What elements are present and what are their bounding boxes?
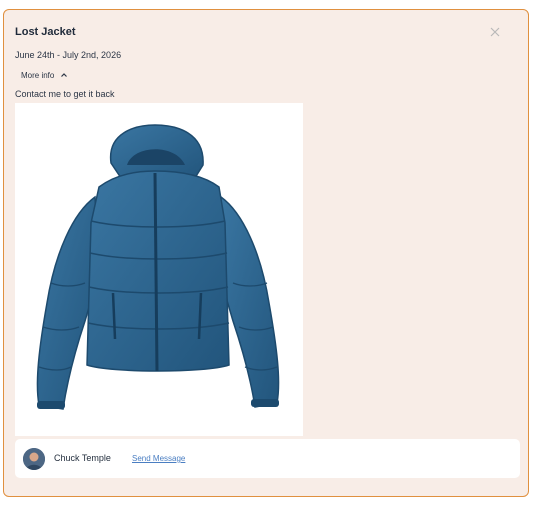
card-title: Lost Jacket xyxy=(15,26,76,38)
lost-item-card: Lost Jacket June 24th - July 2nd, 2026 M… xyxy=(3,9,529,497)
avatar-image xyxy=(23,448,45,470)
close-icon-glyph xyxy=(490,27,500,37)
chevron-up-icon xyxy=(61,73,68,77)
close-icon[interactable] xyxy=(489,26,501,38)
owner-bar: Chuck Temple Send Message xyxy=(15,439,520,478)
item-description: Contact me to get it back xyxy=(15,89,115,99)
more-info-label: More info xyxy=(21,70,55,80)
more-info-toggle[interactable]: More info xyxy=(15,68,74,82)
date-range: June 24th - July 2nd, 2026 xyxy=(15,50,122,60)
send-message-link[interactable]: Send Message xyxy=(132,454,185,463)
avatar[interactable] xyxy=(23,448,45,470)
owner-name: Chuck Temple xyxy=(54,453,111,463)
jacket-image xyxy=(36,124,280,410)
item-photo xyxy=(15,103,303,436)
